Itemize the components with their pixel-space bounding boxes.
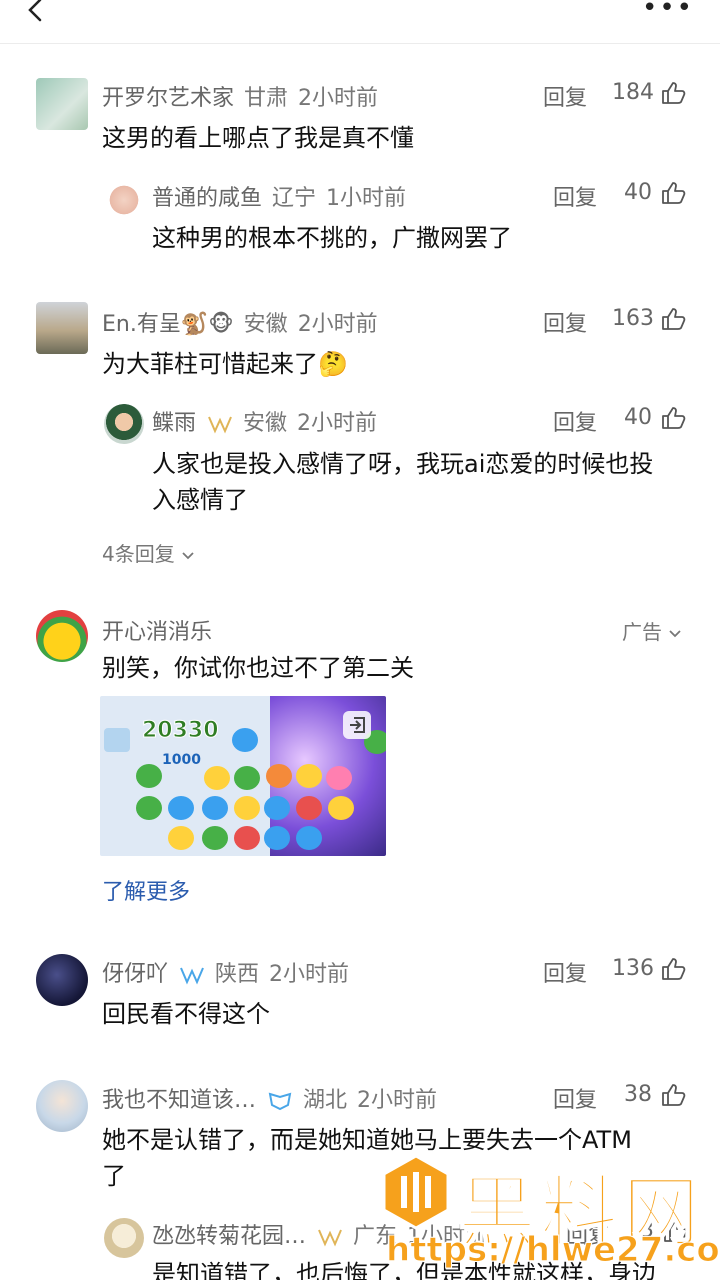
location: 湖北 [303,1088,348,1113]
reply-button[interactable]: 回复 [543,306,587,338]
reply-button[interactable]: 回复 [543,80,587,112]
thumbs-up-icon[interactable] [660,180,686,206]
timestamp: 1小时前 [326,186,407,211]
avatar[interactable] [36,78,88,130]
like-count: 40 [624,405,652,430]
score-text: 20330 [142,718,220,744]
ad-label[interactable]: 广告 [622,616,682,645]
reply-text-line: 人家也是投入感情了呀，我玩ai恋爱的时候也投 [152,450,654,478]
vip-badge-icon [318,1229,342,1247]
location: 安徽 [243,312,288,337]
comment-text: 回民看不得这个 [102,1000,270,1028]
like-count: 163 [612,306,654,331]
vip-badge-icon [180,967,204,985]
vip-badge-icon [208,416,232,434]
expand-replies-button[interactable]: 4条回复 [102,538,195,567]
comment-text: 这男的看上哪点了我是真不懂 [102,124,414,152]
thumbs-up-icon[interactable] [660,405,686,431]
thumbs-up-icon[interactable] [660,1082,686,1108]
comment-text-line: 了 [102,1162,126,1190]
external-link-icon[interactable] [342,710,372,740]
reply-username[interactable]: 鲽雨 安徽 2小时前 [152,405,377,437]
avatar[interactable] [104,180,144,220]
reply-button[interactable]: 回复 [553,180,597,212]
timestamp: 2小时前 [357,1088,438,1113]
thumbs-up-icon[interactable] [660,956,686,982]
vip-badge-icon [268,1092,292,1111]
location: 陕西 [215,962,260,987]
like-count: 136 [612,956,654,981]
watermark: 黑料网 https://hlwe27.com [380,1150,720,1280]
top-bar: ••• [0,0,720,44]
comment-username[interactable]: 我也不知道该… 湖北 2小时前 [102,1082,437,1114]
timestamp: 2小时前 [269,962,350,987]
watermark-logo-icon [382,1154,450,1230]
chevron-down-icon [669,629,681,637]
reply-text: 这种男的根本不挑的，广撒网罢了 [152,224,512,252]
reply-button[interactable]: 回复 [543,956,587,988]
timestamp: 2小时前 [297,312,378,337]
avatar[interactable] [36,302,88,354]
watermark-url: https://hlwe27.com [385,1230,720,1271]
reply-button[interactable]: 回复 [553,1082,597,1114]
like-count: 184 [612,80,654,105]
timestamp: 2小时前 [297,411,378,436]
avatar[interactable] [104,404,144,444]
ad-game-image[interactable]: 20330 1000 [100,696,386,856]
location: 辽宁 [272,186,317,211]
location: 甘肃 [244,86,289,111]
reply-button[interactable]: 回复 [553,405,597,437]
avatar[interactable] [36,610,88,662]
avatar[interactable] [36,954,88,1006]
avatar[interactable] [36,1080,88,1132]
comment-username[interactable]: 开罗尔艺术家 甘肃 2小时前 [102,80,378,112]
bonus-text: 1000 [162,752,201,768]
comment-text: 为大菲柱可惜起来了🤔 [102,350,348,378]
ad-text: 别笑，你试你也过不了第二关 [102,654,414,682]
more-options-button[interactable]: ••• [642,0,694,21]
comment-username[interactable]: 伢伢吖 陕西 2小时前 [102,956,349,988]
location: 安徽 [243,411,288,436]
comment-username[interactable]: En.有呈🐒🐵 安徽 2小时前 [102,306,378,338]
reply-text-line: 入感情了 [152,486,248,514]
thumbs-up-icon[interactable] [660,80,686,106]
reply-username[interactable]: 普通的咸鱼 辽宁 1小时前 [152,180,406,212]
learn-more-link[interactable]: 了解更多 [102,874,190,906]
chevron-down-icon [182,551,194,559]
thumbs-up-icon[interactable] [660,306,686,332]
like-count: 38 [624,1082,652,1107]
chevron-left-icon[interactable] [22,0,52,26]
like-count: 40 [624,180,652,205]
ad-username[interactable]: 开心消消乐 [102,614,212,646]
timestamp: 2小时前 [298,86,379,111]
avatar[interactable] [104,1218,144,1258]
